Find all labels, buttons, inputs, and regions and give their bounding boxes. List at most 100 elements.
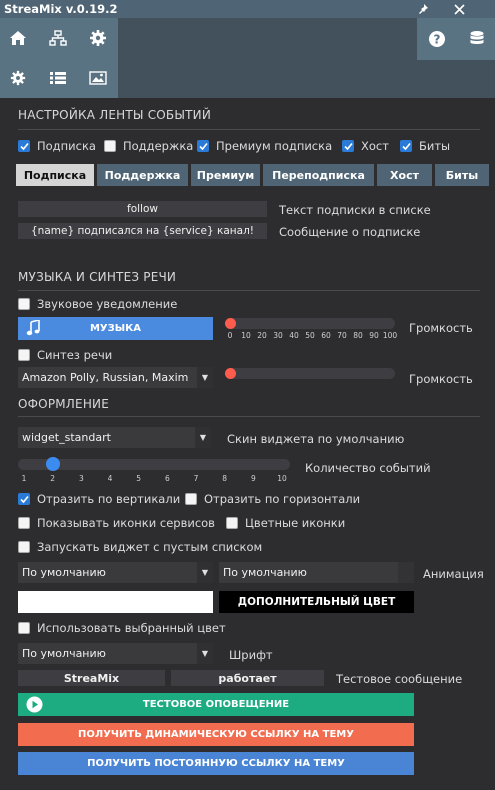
tts-checkbox[interactable]: Синтез речи [18, 348, 112, 362]
events-count-tick-label: 10 [277, 474, 287, 483]
events-count-tick-label: 6 [164, 474, 170, 483]
checkbox-label: Запускать виджет с пустым списком [37, 540, 263, 554]
svg-text:?: ? [434, 33, 441, 47]
volume-tick-label: 60 [321, 331, 331, 340]
pin-icon[interactable] [412, 0, 434, 18]
checkbox-label: Поддержка [123, 139, 194, 153]
animation-in-value: По умолчанию [22, 566, 106, 579]
mirror-vertical-checkbox[interactable]: Отразить по вертикали [18, 492, 180, 506]
show-service-icons-checkbox[interactable]: Показывать иконки сервисов [18, 516, 215, 530]
tab-subscription[interactable]: Подписка [16, 164, 94, 186]
events-count-slider-thumb[interactable] [45, 457, 60, 471]
checkbox-box[interactable] [197, 140, 209, 152]
checkbox-label: Звуковое уведомление [37, 297, 178, 311]
empty-list-checkbox[interactable]: Запускать виджет с пустым списком [18, 540, 262, 554]
volume-tick-label: 20 [257, 331, 267, 340]
checkbox-label: Премиум подписка [216, 139, 333, 153]
message-label: Сообщение о подписке [279, 225, 421, 239]
list-text-label: Текст подписки в списке [279, 203, 431, 217]
database-icon[interactable] [465, 27, 489, 51]
tab-host[interactable]: Хост [377, 164, 432, 186]
music-section-title: МУЗЫКА И СИНТЕЗ РЕЧИ [18, 270, 177, 284]
list-text-input[interactable]: follow [18, 201, 267, 217]
secondary-color-button[interactable]: ДОПОЛНИТЕЛЬНЫЙ ЦВЕТ [219, 591, 414, 613]
filter-subscription-checkbox[interactable]: Подписка [18, 139, 96, 153]
checkbox-label: Синтез речи [37, 348, 113, 362]
gear-small-icon[interactable] [6, 66, 30, 90]
checkbox-box[interactable] [226, 517, 238, 529]
checkbox-box[interactable] [342, 140, 354, 152]
volume-label: Громкость [409, 321, 473, 335]
font-label: Шрифт [229, 648, 273, 662]
events-count-tick-label: 9 [250, 474, 256, 483]
filter-host-checkbox[interactable]: Хост [342, 139, 389, 153]
checkbox-label: Использовать выбранный цвет [37, 621, 226, 635]
checkbox-box[interactable] [18, 298, 30, 310]
header-spacer [118, 18, 417, 98]
volume-tick-label: 0 [227, 331, 233, 340]
use-selected-color-checkbox[interactable]: Использовать выбранный цвет [18, 621, 226, 635]
checkbox-box[interactable] [18, 622, 30, 634]
skin-select[interactable]: widget_standart ▼ [18, 427, 211, 448]
primary-color-swatch[interactable] [18, 591, 213, 613]
events-count-tick-label: 5 [136, 474, 142, 483]
mirror-horizontal-checkbox[interactable]: Отразить по горизонтали [185, 492, 360, 506]
events-count-label: Количество событий [305, 461, 431, 475]
volume-tick-label: 80 [353, 331, 363, 340]
checkbox-label: Хост [361, 139, 389, 153]
design-separator [18, 416, 480, 417]
color-icons-checkbox[interactable]: Цветные иконки [226, 516, 345, 530]
checkbox-box[interactable] [185, 493, 197, 505]
checkbox-box[interactable] [18, 140, 30, 152]
checkbox-box[interactable] [18, 541, 30, 553]
tab-bits[interactable]: Биты [435, 164, 489, 186]
message-input[interactable]: {name} подписался на {service} канал! [18, 223, 267, 239]
tts-volume-slider-thumb[interactable] [224, 368, 236, 379]
events-count-tick-label: 7 [193, 474, 199, 483]
checkbox-label: Отразить по горизонтали [204, 492, 361, 506]
list-icon[interactable] [46, 66, 70, 90]
test-word1-input[interactable]: StreaMix [18, 670, 165, 686]
gear-icon[interactable] [86, 26, 110, 50]
network-icon[interactable] [46, 26, 70, 50]
title-bar: StreaMix v.0.19.2 [0, 0, 495, 18]
filter-premium-checkbox[interactable]: Премиум подписка [197, 139, 332, 153]
checkbox-box[interactable] [18, 517, 30, 529]
close-icon[interactable] [448, 0, 470, 18]
voice-select[interactable]: Amazon Polly, Russian, Maxim ▼ [18, 367, 213, 388]
tab-resubscription[interactable]: Переподписка [263, 164, 374, 186]
checkbox-label: Показывать иконки сервисов [37, 516, 215, 530]
chevron-down-icon[interactable]: ▼ [197, 367, 213, 388]
animation-out-select[interactable]: По умолчанию [219, 562, 414, 583]
help-icon[interactable]: ? [425, 27, 449, 51]
font-select[interactable]: По умолчанию ▼ [18, 643, 213, 664]
volume-slider-thumb[interactable] [224, 318, 236, 329]
animation-in-select[interactable]: По умолчанию ▼ [18, 562, 213, 583]
design-section-title: ОФОРМЛЕНИЕ [18, 397, 109, 411]
permanent-link-button[interactable]: ПОЛУЧИТЬ ПОСТОЯННУЮ ССЫЛКУ НА ТЕМУ [18, 752, 414, 775]
filter-bits-checkbox[interactable]: Биты [400, 139, 450, 153]
checkbox-box[interactable] [18, 349, 30, 361]
chevron-down-icon[interactable]: ▼ [197, 643, 213, 664]
tts-volume-slider[interactable] [225, 368, 395, 379]
skin-select-value: widget_standart [22, 431, 111, 444]
test-word2-input[interactable]: работает [171, 670, 324, 686]
events-count-tick-label: 4 [107, 474, 113, 483]
checkbox-box[interactable] [104, 140, 116, 152]
volume-slider[interactable] [225, 318, 395, 329]
test-alert-button[interactable]: ТЕСТОВОЕ ОПОВЕЩЕНИЕ [18, 693, 414, 716]
checkbox-box[interactable] [18, 493, 30, 505]
volume-tick-label: 100 [382, 331, 398, 340]
image-icon[interactable] [86, 66, 110, 90]
tab-support[interactable]: Поддержка [97, 164, 188, 186]
chevron-down-icon[interactable]: ▼ [195, 427, 211, 448]
chevron-down-icon[interactable] [398, 562, 414, 583]
filter-support-checkbox[interactable]: Поддержка [104, 139, 193, 153]
checkbox-box[interactable] [400, 140, 412, 152]
chevron-down-icon[interactable]: ▼ [197, 562, 213, 583]
sound-alert-checkbox[interactable]: Звуковое уведомление [18, 297, 177, 311]
events-count-ticks: 1 2 3 4 5 6 7 8 9 10 [0, 474, 495, 484]
tab-premium[interactable]: Премиум [191, 164, 260, 186]
home-icon[interactable] [6, 26, 30, 50]
dynamic-link-button[interactable]: ПОЛУЧИТЬ ДИНАМИЧЕСКУЮ ССЫЛКУ НА ТЕМУ [18, 723, 414, 746]
